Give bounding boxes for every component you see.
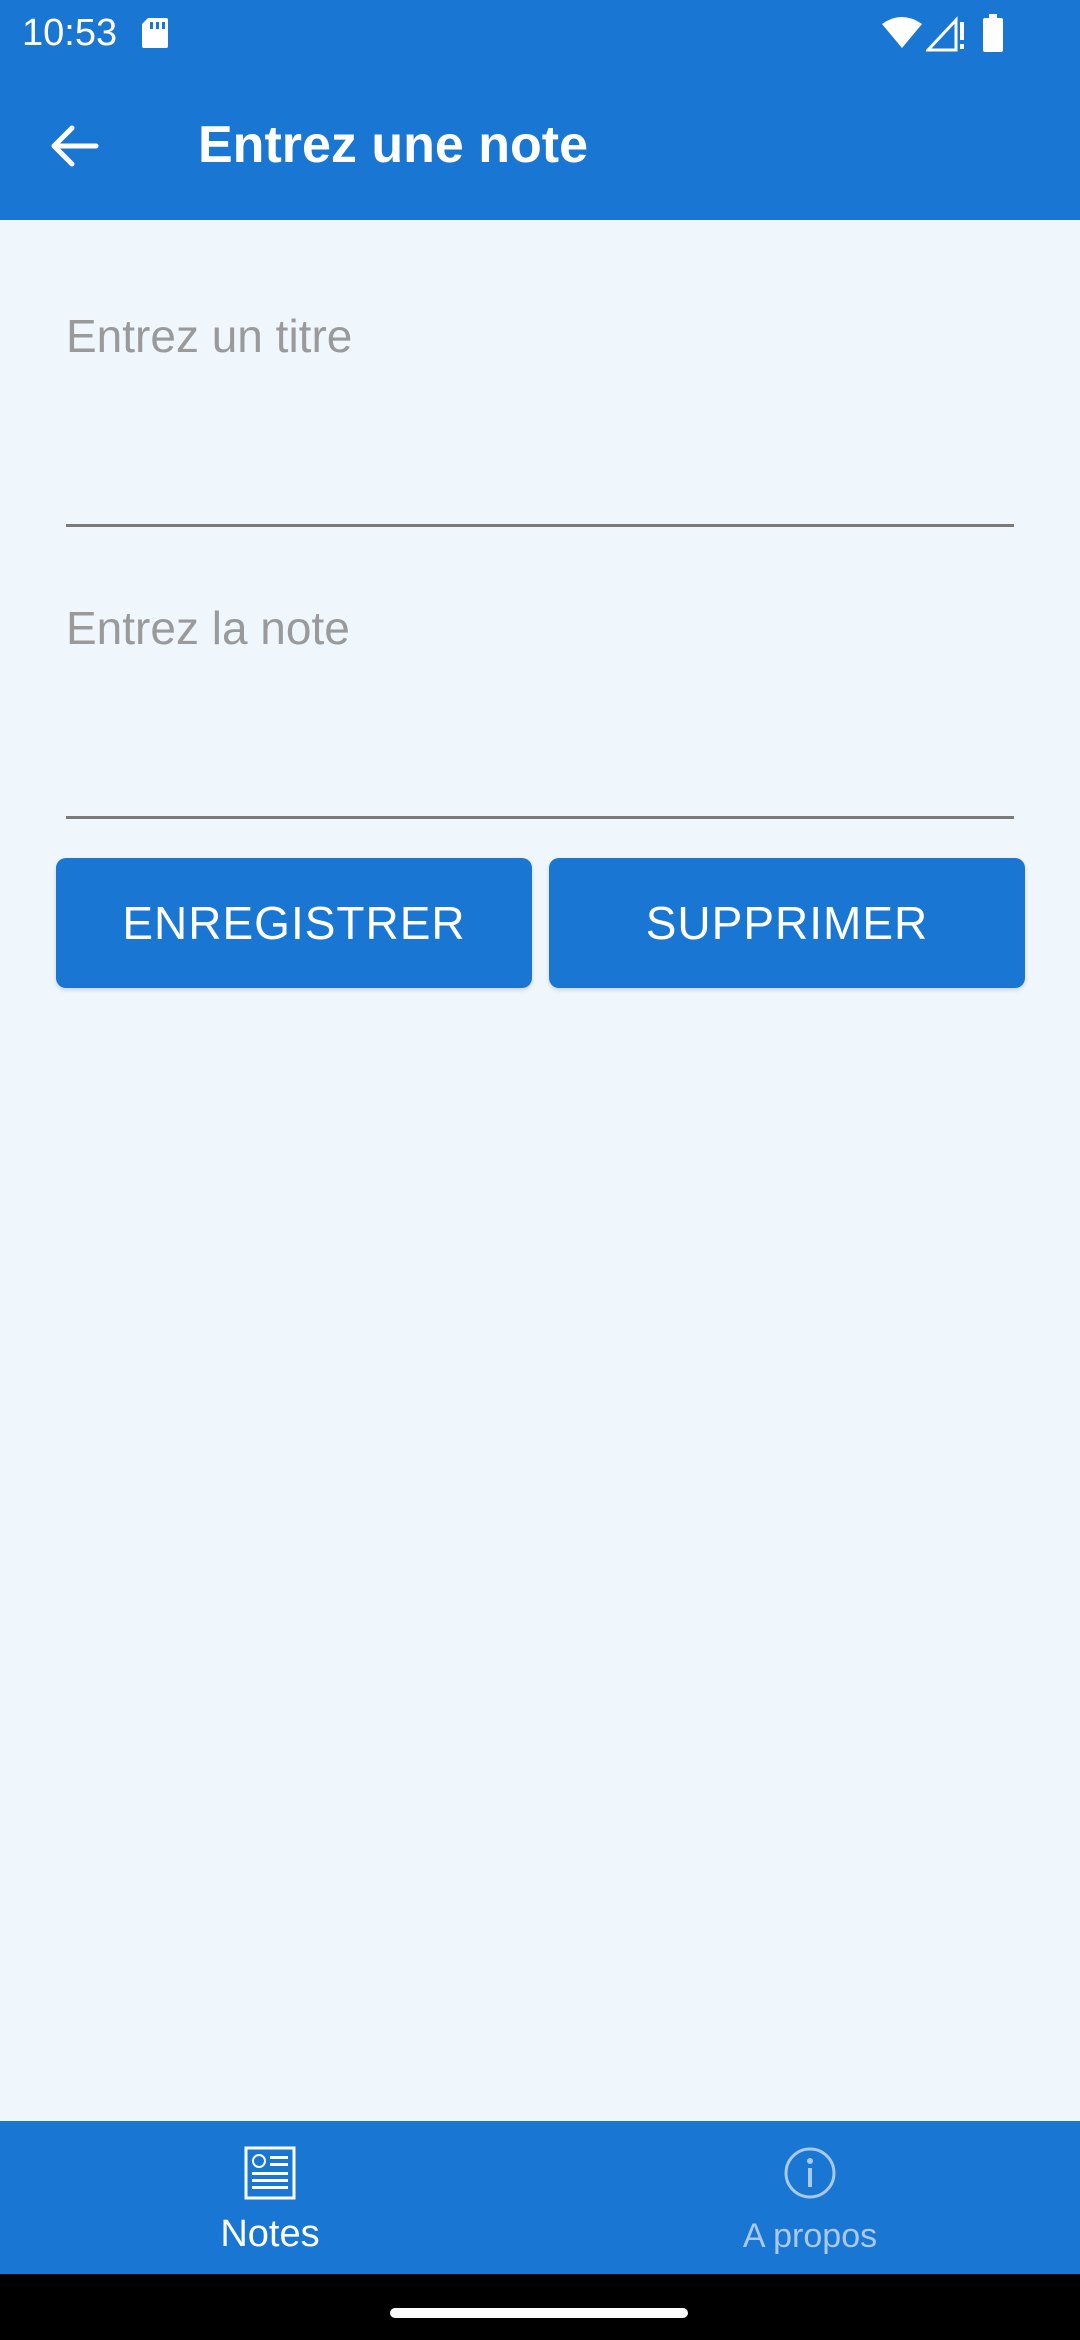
back-button[interactable] — [34, 106, 114, 186]
bottom-navigation: Notes A propos — [0, 2121, 1080, 2274]
arrow-back-icon — [34, 125, 114, 190]
battery-icon — [982, 14, 1004, 52]
tab-notes-label: Notes — [220, 2213, 320, 2255]
notes-icon — [242, 2145, 298, 2201]
save-button[interactable]: ENREGISTRER — [56, 858, 532, 988]
tab-about-label: A propos — [742, 2217, 878, 2255]
title-field-container — [66, 306, 1014, 527]
wifi-icon — [882, 16, 922, 50]
tab-notes[interactable]: Notes — [0, 2121, 540, 2274]
info-icon — [782, 2145, 838, 2201]
title-input[interactable] — [66, 306, 1014, 366]
system-navigation-bar — [0, 2274, 1080, 2340]
delete-button[interactable]: SUPPRIMER — [549, 858, 1025, 988]
sd-card-icon — [140, 16, 170, 50]
status-time: 10:53 — [22, 12, 118, 54]
page-title: Entrez une note — [198, 116, 589, 174]
status-bar: 10:53 — [0, 0, 1080, 66]
home-gesture-handle[interactable] — [390, 2308, 688, 2318]
note-field-container — [66, 598, 1014, 819]
note-input[interactable] — [66, 598, 1014, 658]
app-bar: Entrez une note — [0, 66, 1080, 220]
signal-icon — [924, 16, 966, 52]
tab-about[interactable]: A propos — [540, 2121, 1080, 2274]
